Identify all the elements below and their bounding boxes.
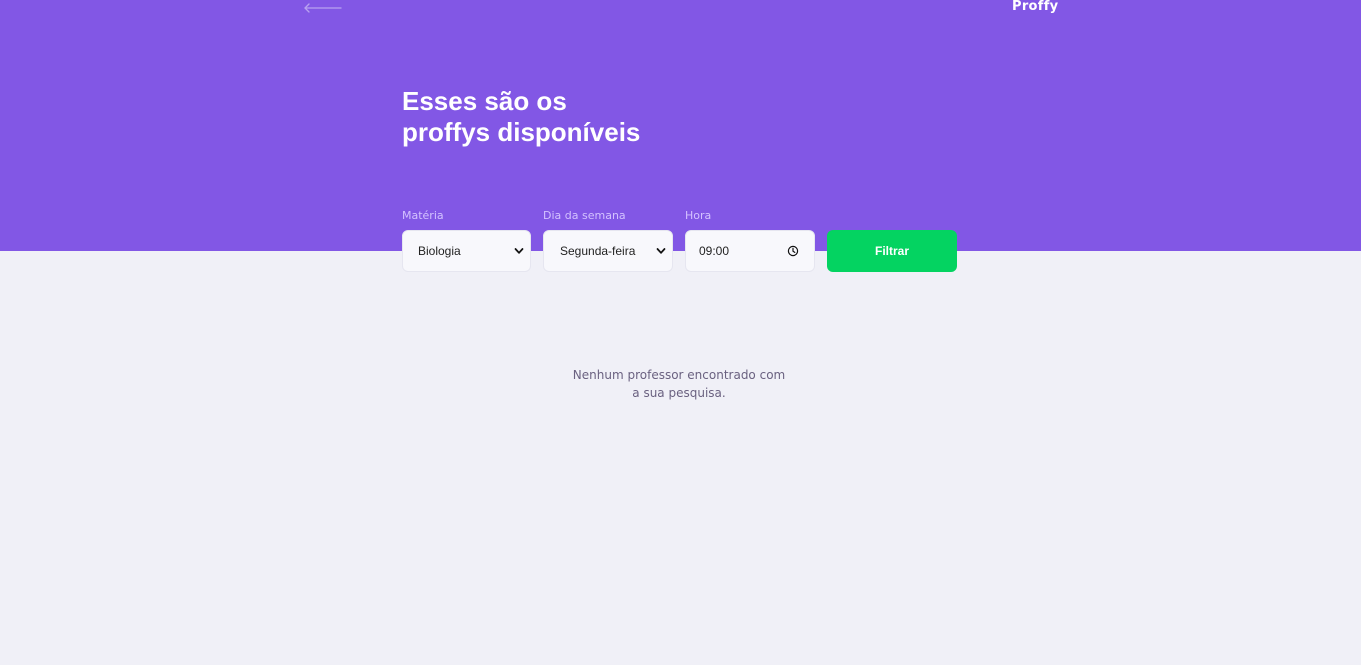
time-label: Hora (685, 209, 712, 222)
filter-button[interactable]: Filtrar (827, 230, 957, 272)
page-title-line: proffys disponíveis (402, 117, 641, 147)
page-title-line: Esses são os (402, 86, 567, 116)
subject-select[interactable]: Biologia (402, 230, 531, 272)
proffy-logo: Proffy (1012, 0, 1059, 14)
weekday-select[interactable]: Segunda-feira (543, 230, 673, 272)
chevron-down-icon (514, 246, 524, 256)
time-input[interactable]: 09:00 (685, 230, 815, 272)
subject-label: Matéria (402, 209, 444, 222)
empty-message-line: a sua pesquisa. (632, 386, 726, 400)
empty-results-message: Nenhum professor encontrado com a sua pe… (530, 366, 828, 402)
back-button[interactable] (300, 0, 346, 18)
empty-message-line: Nenhum professor encontrado com (572, 368, 786, 382)
chevron-down-icon (656, 246, 666, 256)
page-header: Proffy Esses são os proffys disponíveis … (0, 0, 1361, 272)
weekday-select-value: Segunda-feira (560, 244, 636, 258)
clock-icon[interactable] (787, 245, 799, 257)
subject-select-value: Biologia (418, 244, 461, 258)
weekday-label: Dia da semana (543, 209, 626, 222)
arrow-left-icon (300, 0, 346, 18)
time-input-value: 09:00 (699, 244, 730, 258)
page-title: Esses são os proffys disponíveis (402, 86, 722, 148)
